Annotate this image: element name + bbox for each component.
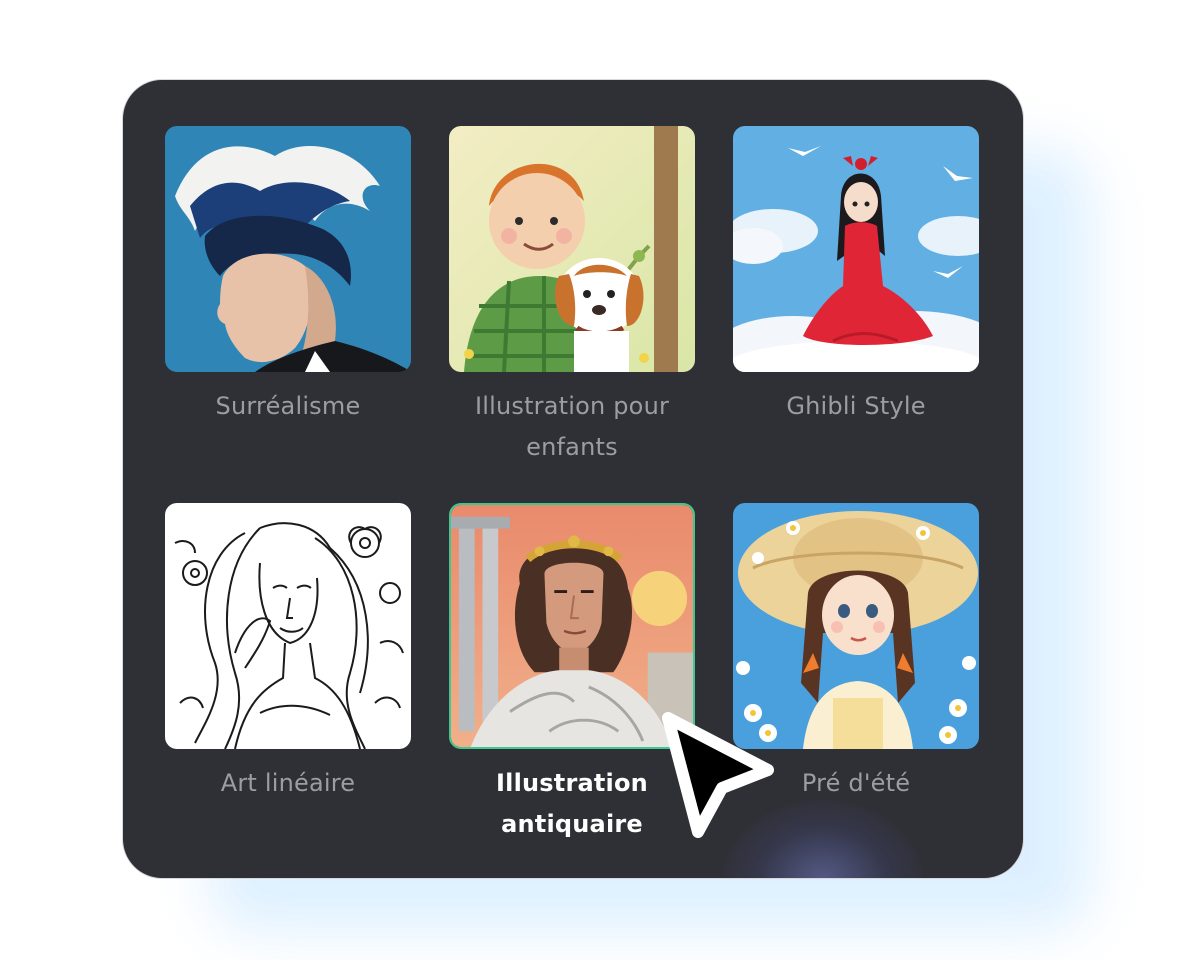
style-picker-panel: Surréalisme Illustration pour enfants Gh… <box>122 79 1024 879</box>
line-art-image[interactable] <box>165 503 411 749</box>
style-option-ghibli[interactable]: Ghibli Style <box>733 126 979 427</box>
style-label-surrealism: Surréalisme <box>215 392 361 420</box>
style-option-line-art[interactable]: Art linéaire <box>165 503 411 804</box>
style-label-ghibli: Ghibli Style <box>786 392 926 420</box>
mouse-pointer-icon <box>650 700 790 850</box>
stage: Surréalisme Illustration pour enfants Gh… <box>0 0 1200 960</box>
surrealism-portrait-image[interactable] <box>165 126 411 372</box>
style-option-children-illustration[interactable]: Illustration pour enfants <box>449 126 695 468</box>
style-label-children-illustration: Illustration pour enfants <box>474 392 670 461</box>
ghibli-style-image[interactable] <box>733 126 979 372</box>
style-option-surrealism[interactable]: Surréalisme <box>165 126 411 427</box>
style-label-line-art: Art linéaire <box>220 769 356 797</box>
children-illustration-image[interactable] <box>449 126 695 372</box>
